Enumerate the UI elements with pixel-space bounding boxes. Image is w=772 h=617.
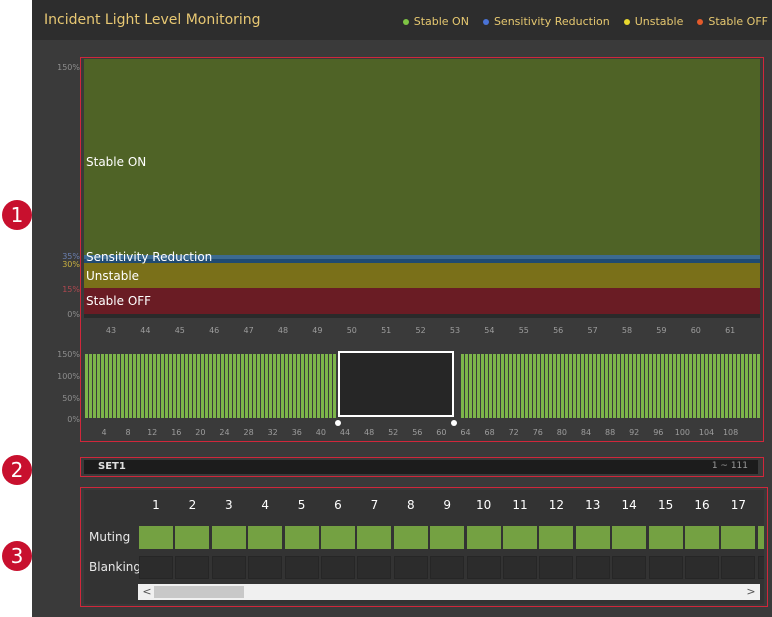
column-number: 2 [188, 498, 197, 512]
set-name: SET1 [98, 461, 126, 472]
muting-cell[interactable] [175, 526, 210, 549]
panel-title: Incident Light Level Monitoring [44, 12, 261, 28]
blanking-cell[interactable] [211, 556, 246, 579]
annotation-box-1 [80, 57, 764, 442]
legend-label: Stable OFF [708, 15, 768, 28]
blanking-cell[interactable] [721, 556, 756, 579]
overview-y-label-50: 50% [62, 394, 80, 403]
column-number: 1 [152, 498, 160, 512]
column-number: 9 [443, 498, 451, 512]
horizontal-scrollbar[interactable]: < > [138, 584, 760, 600]
annotation-badge-2: 2 [2, 455, 32, 485]
y-label-30: 30% [62, 260, 80, 269]
column-number: 10 [475, 498, 492, 512]
scroll-left-icon[interactable]: < [140, 584, 154, 600]
y-label-15: 15% [62, 285, 80, 294]
muting-cell[interactable] [430, 526, 465, 549]
y-label-0: 0% [67, 310, 80, 319]
muting-cell[interactable] [757, 526, 764, 549]
stable-on-dot-icon [402, 18, 409, 25]
muting-cell[interactable] [466, 526, 501, 549]
legend-item-stable-on: Stable ON [402, 15, 469, 28]
muting-cell[interactable] [648, 526, 683, 549]
column-number: 6 [334, 498, 342, 512]
legend-item-unstable: Unstable [623, 15, 684, 28]
column-number: 5 [297, 498, 306, 512]
muting-cell[interactable] [539, 526, 574, 549]
blanking-cell[interactable] [175, 556, 210, 579]
muting-cell[interactable] [685, 526, 719, 549]
legend-item-stable-off: Stable OFF [697, 15, 768, 28]
unstable-dot-icon [623, 18, 630, 25]
muting-cell[interactable] [211, 526, 246, 549]
overview-y-label-0: 0% [67, 415, 80, 424]
blanking-row-label: Blanking [89, 560, 142, 574]
set-selector-bar[interactable]: SET1 1 ~ 111 [84, 460, 758, 474]
column-number: 17 [730, 498, 747, 512]
blanking-cell[interactable] [757, 556, 764, 579]
muting-cell[interactable] [575, 526, 610, 549]
blanking-cell[interactable] [393, 556, 428, 579]
blanking-cell[interactable] [248, 556, 283, 579]
blanking-cell[interactable] [357, 556, 392, 579]
legend: Stable ON Sensitivity Reduction Unstable… [402, 15, 768, 28]
muting-cell[interactable] [612, 526, 647, 549]
annotation-badge-3: 3 [2, 541, 32, 571]
blanking-cell[interactable] [648, 556, 683, 579]
blanking-cell[interactable] [466, 556, 501, 579]
blanking-cell[interactable] [503, 556, 537, 579]
blanking-cell[interactable] [612, 556, 647, 579]
blanking-cell[interactable] [430, 556, 465, 579]
muting-row-label: Muting [89, 530, 131, 544]
column-number: 14 [621, 498, 637, 512]
legend-label: Stable ON [413, 15, 469, 28]
scroll-right-icon[interactable]: > [744, 584, 758, 600]
blanking-cell[interactable] [575, 556, 610, 579]
column-number: 16 [694, 498, 710, 512]
muting-cell[interactable] [139, 526, 173, 549]
muting-cell[interactable] [248, 526, 283, 549]
blanking-cell[interactable] [139, 556, 173, 579]
panel-header: Incident Light Level Monitoring Stable O… [32, 0, 772, 40]
overview-y-label-100: 100% [57, 372, 80, 381]
set-range: 1 ~ 111 [711, 461, 748, 471]
muting-cell[interactable] [393, 526, 428, 549]
column-number: 11 [512, 498, 528, 512]
muting-cell[interactable] [503, 526, 537, 549]
blanking-cell[interactable] [685, 556, 719, 579]
annotation-badge-1: 1 [2, 200, 32, 230]
blanking-cell[interactable] [284, 556, 319, 579]
column-number: 8 [406, 498, 415, 512]
column-number: 3 [224, 498, 233, 512]
column-number: 15 [657, 498, 674, 512]
legend-label: Sensitivity Reduction [493, 15, 610, 28]
channel-grid: 1 2 3 4 5 6 7 8 9 10 11 12 13 14 15 16 17 Muting Blankin… [84, 490, 764, 604]
muting-cell[interactable] [357, 526, 392, 549]
column-number: 7 [370, 498, 379, 512]
scroll-thumb[interactable] [154, 586, 244, 598]
y-label-150: 150% [57, 63, 80, 72]
sensitivity-dot-icon [482, 18, 489, 25]
legend-label: Unstable [634, 15, 684, 28]
blanking-cell[interactable] [539, 556, 574, 579]
legend-item-sensitivity: Sensitivity Reduction [482, 15, 610, 28]
muting-cell[interactable] [721, 526, 756, 549]
muting-cell[interactable] [284, 526, 319, 549]
blanking-cell[interactable] [321, 556, 355, 579]
overview-y-label-150: 150% [57, 350, 80, 359]
column-number: 4 [261, 498, 269, 512]
column-number: 12 [548, 498, 565, 512]
muting-cell[interactable] [321, 526, 355, 549]
column-number: 13 [585, 498, 601, 512]
stable-off-dot-icon [697, 18, 704, 25]
